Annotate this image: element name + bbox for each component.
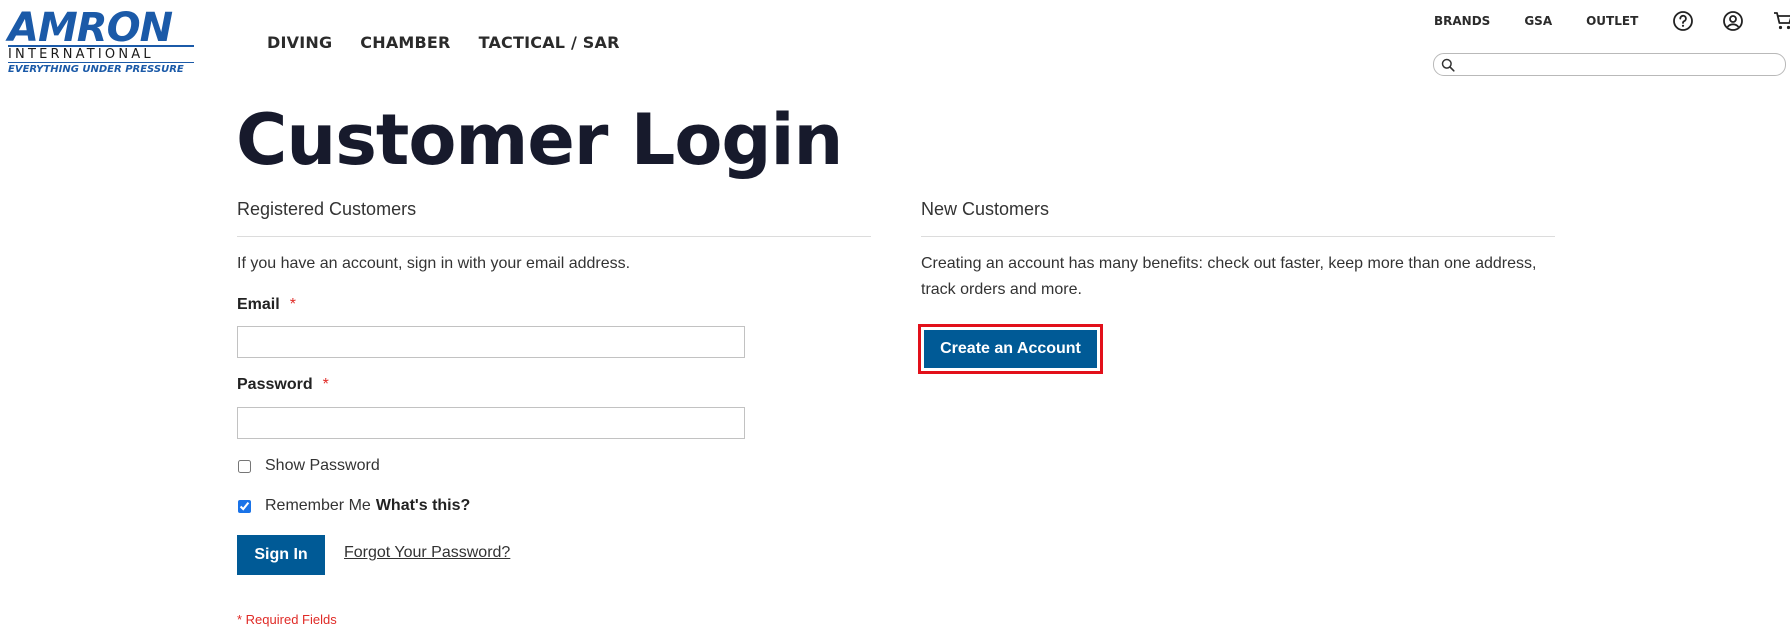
remember-me-row[interactable]: Remember Me What's this? (238, 497, 470, 515)
new-customers-divider (921, 236, 1555, 237)
forgot-password-link[interactable]: Forgot Your Password? (344, 544, 510, 562)
search-box (1433, 53, 1786, 76)
password-required-mark: * (322, 376, 329, 393)
show-password-checkbox[interactable] (238, 459, 251, 473)
page-title: Customer Login (236, 99, 843, 181)
new-customers-title: New Customers (921, 199, 1050, 219)
nav-outlet[interactable]: OUTLET (1586, 14, 1638, 28)
new-customers-text-line1: Creating an account has many benefits: c… (921, 255, 1537, 272)
amron-logo[interactable]: AMRON INTERNATIONAL EVERYTHING UNDER PRE… (8, 5, 196, 76)
nav-diving[interactable]: DIVING (267, 33, 332, 52)
registered-divider (237, 236, 871, 237)
remember-me-label: Remember Me (265, 497, 371, 514)
email-label: Email * (237, 296, 296, 314)
account-icon[interactable] (1722, 10, 1744, 32)
sign-in-button[interactable]: Sign In (237, 535, 325, 575)
search-icon[interactable] (1441, 58, 1455, 72)
logo-tagline: EVERYTHING UNDER PRESSURE (8, 64, 184, 75)
show-password-label: Show Password (265, 457, 380, 474)
create-account-button[interactable]: Create an Account (924, 330, 1097, 368)
utility-nav: BRANDS GSA OUTLET (1434, 10, 1790, 32)
main-nav: DIVING CHAMBER TACTICAL / SAR (267, 33, 648, 52)
nav-tactical-sar[interactable]: TACTICAL / SAR (479, 33, 620, 52)
nav-chamber[interactable]: CHAMBER (360, 33, 450, 52)
whats-this-link[interactable]: What's this? (376, 497, 470, 515)
email-field[interactable] (237, 326, 745, 358)
registered-intro: If you have an account, sign in with you… (237, 255, 631, 272)
required-fields-note: * Required Fields (237, 612, 337, 627)
search-input[interactable] (1460, 56, 1780, 73)
nav-brands[interactable]: BRANDS (1434, 14, 1490, 28)
registered-customers-title: Registered Customers (237, 199, 417, 219)
nav-gsa[interactable]: GSA (1524, 14, 1552, 28)
cart-icon[interactable] (1772, 10, 1790, 32)
create-account-highlight: Create an Account (918, 324, 1103, 374)
show-password-row[interactable]: Show Password (238, 457, 380, 475)
help-icon[interactable] (1672, 10, 1694, 32)
remember-me-checkbox[interactable] (238, 499, 251, 513)
password-field[interactable] (237, 407, 745, 439)
email-label-text: Email (237, 296, 280, 313)
password-label: Password * (237, 376, 329, 394)
email-required-mark: * (289, 296, 296, 313)
password-label-text: Password (237, 376, 313, 393)
logo-wordmark: AMRON (8, 5, 173, 51)
new-customers-text-line2: track orders and more. (921, 281, 1082, 298)
